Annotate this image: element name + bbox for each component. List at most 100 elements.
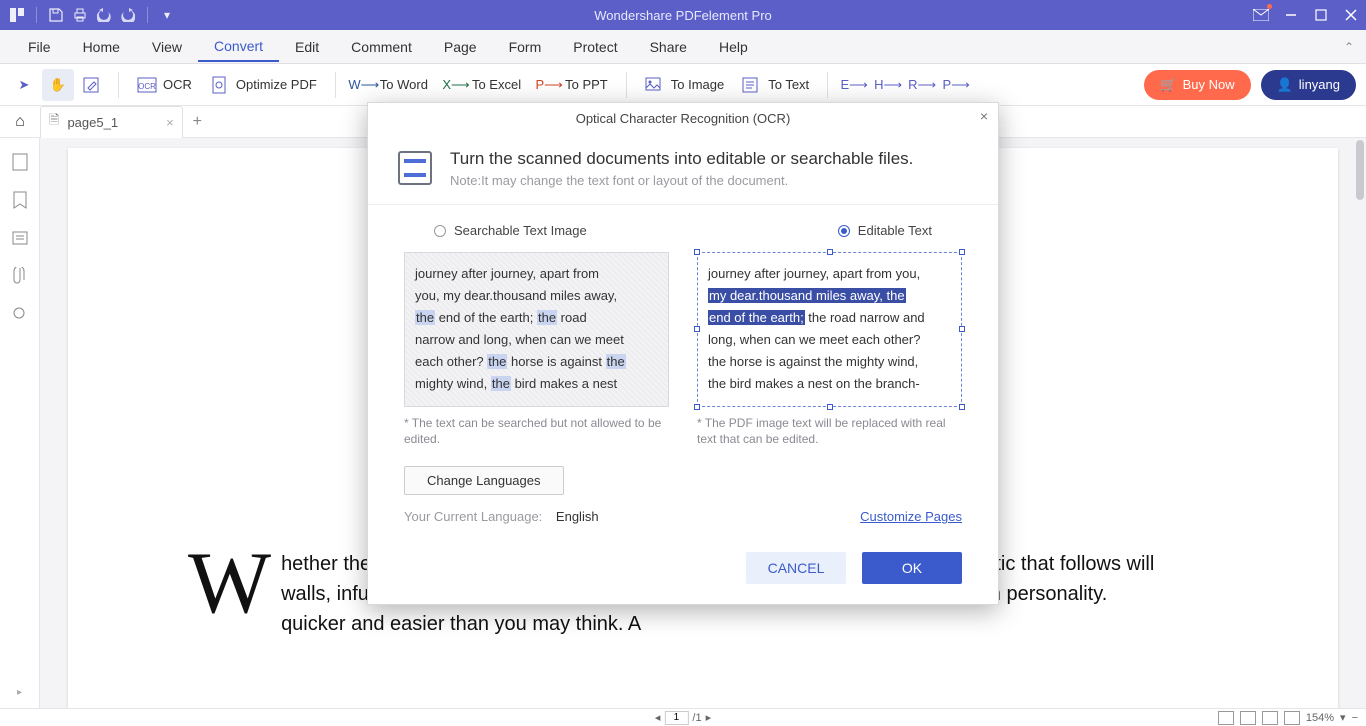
thumbnails-icon[interactable] (10, 152, 30, 172)
to-rtf-button[interactable]: R⟶ (906, 69, 938, 101)
maximize-button[interactable] (1306, 0, 1336, 30)
word-icon: W⟶ (354, 76, 374, 94)
to-word-button[interactable]: W⟶ To Word (346, 69, 436, 101)
page-navigator: ◂ /1 ▸ (655, 711, 711, 725)
left-rail: ▸ (0, 138, 40, 708)
to-pdfa-button[interactable]: P⟶ (940, 69, 972, 101)
pdfa-icon: P⟶ (946, 76, 966, 94)
zoom-out-icon[interactable]: − (1352, 712, 1358, 724)
html-icon: H⟶ (878, 76, 898, 94)
mail-icon[interactable] (1246, 0, 1276, 30)
document-tab-label: page5_1 (67, 115, 118, 130)
close-tab-icon[interactable]: × (166, 115, 174, 130)
edit-tool-button[interactable] (76, 69, 108, 101)
menu-share[interactable]: Share (634, 33, 703, 61)
buy-now-label: Buy Now (1183, 77, 1235, 92)
user-button[interactable]: 👤linyang (1261, 70, 1356, 100)
hand-tool-button[interactable]: ✋ (42, 69, 74, 101)
change-languages-button[interactable]: Change Languages (404, 466, 564, 495)
undo-icon[interactable] (95, 6, 113, 24)
menu-edit[interactable]: Edit (279, 33, 335, 61)
menu-view[interactable]: View (136, 33, 198, 61)
customize-pages-link[interactable]: Customize Pages (860, 509, 962, 524)
page-prev-icon[interactable]: ◂ (655, 711, 661, 724)
ocr-button[interactable]: OCROCR (129, 69, 200, 101)
scrollbar-thumb[interactable] (1356, 140, 1364, 200)
document-tab[interactable]: 🗎 page5_1 × (40, 106, 183, 138)
radio-editable-label: Editable Text (858, 223, 932, 238)
to-html-button[interactable]: H⟶ (872, 69, 904, 101)
zoom-dropdown-icon[interactable]: ▾ (1340, 711, 1346, 724)
to-epub-button[interactable]: E⟶ (838, 69, 870, 101)
to-text-button[interactable]: To Text (734, 69, 817, 101)
radio-editable[interactable]: Editable Text (838, 223, 932, 238)
view-facing-continuous-icon[interactable] (1284, 711, 1300, 725)
minimize-button[interactable] (1276, 0, 1306, 30)
ok-button[interactable]: OK (862, 552, 962, 584)
redo-icon[interactable] (119, 6, 137, 24)
text-icon (742, 76, 762, 94)
close-button[interactable] (1336, 0, 1366, 30)
search-rail-icon[interactable] (10, 304, 30, 324)
bookmarks-icon[interactable] (10, 190, 30, 210)
to-image-button[interactable]: To Image (637, 69, 732, 101)
epub-icon: E⟶ (844, 76, 864, 94)
radio-searchable[interactable]: Searchable Text Image (434, 223, 587, 238)
to-image-label: To Image (671, 77, 724, 92)
to-excel-button[interactable]: X⟶To Excel (438, 69, 529, 101)
buy-now-button[interactable]: 🛒Buy Now (1144, 70, 1250, 100)
optimize-label: Optimize PDF (236, 77, 317, 92)
menu-page[interactable]: Page (428, 33, 493, 61)
dialog-close-icon[interactable]: × (980, 108, 988, 124)
current-language-label: Your Current Language: (404, 509, 542, 524)
to-ppt-button[interactable]: P⟶ To PPT (531, 69, 616, 101)
ocr-intro-icon (398, 151, 432, 185)
menu-form[interactable]: Form (493, 33, 558, 61)
view-single-icon[interactable] (1218, 711, 1234, 725)
radio-searchable-label: Searchable Text Image (454, 223, 587, 238)
add-tab-button[interactable]: + (193, 113, 202, 131)
menu-file[interactable]: File (12, 33, 67, 61)
rtf-icon: R⟶ (912, 76, 932, 94)
menu-bar: File Home View Convert Edit Comment Page… (0, 30, 1366, 64)
radio-icon (434, 225, 446, 237)
menu-home[interactable]: Home (67, 33, 136, 61)
optimize-icon (210, 76, 230, 94)
view-facing-icon[interactable] (1262, 711, 1278, 725)
menu-protect[interactable]: Protect (557, 33, 633, 61)
home-tab-button[interactable]: ⌂ (0, 113, 40, 131)
titlebar: ▾ Wondershare PDFelement Pro (0, 0, 1366, 30)
cursor-icon: ➤ (14, 76, 34, 94)
save-icon[interactable] (47, 6, 65, 24)
collapse-ribbon-icon[interactable]: ⌃ (1344, 40, 1354, 54)
page-total: /1 (692, 712, 701, 724)
view-continuous-icon[interactable] (1240, 711, 1256, 725)
select-tool-button[interactable]: ➤ (8, 69, 40, 101)
to-ppt-label: To PPT (565, 77, 608, 92)
menu-convert[interactable]: Convert (198, 32, 279, 62)
to-text-label: To Text (768, 77, 809, 92)
attachments-icon[interactable] (10, 266, 30, 286)
menu-help[interactable]: Help (703, 33, 764, 61)
page-next-icon[interactable]: ▸ (706, 711, 712, 724)
zoom-value: 154% (1306, 712, 1334, 724)
menu-comment[interactable]: Comment (335, 33, 428, 61)
ribbon-convert: ➤ ✋ OCROCR Optimize PDF W⟶ To Word X⟶To E… (0, 64, 1366, 106)
page-input[interactable] (664, 711, 688, 725)
rail-collapse-icon[interactable]: ▸ (17, 687, 22, 698)
document-icon: 🗎 (49, 111, 59, 133)
ppt-icon: P⟶ (539, 76, 559, 94)
hand-icon: ✋ (48, 76, 68, 94)
quickaccess-dropdown-icon[interactable]: ▾ (158, 6, 176, 24)
dialog-intro-title: Turn the scanned documents into editable… (450, 149, 913, 169)
cancel-button[interactable]: CANCEL (746, 552, 846, 584)
user-icon: 👤 (1277, 77, 1293, 93)
optimize-pdf-button[interactable]: Optimize PDF (202, 69, 325, 101)
svg-text:OCR: OCR (138, 82, 156, 91)
print-icon[interactable] (71, 6, 89, 24)
current-language-value: English (556, 509, 599, 524)
comments-icon[interactable] (10, 228, 30, 248)
ocr-dialog: Optical Character Recognition (OCR) × Tu… (367, 102, 999, 605)
preview-editable[interactable]: journey after journey, apart from you, m… (697, 252, 962, 407)
to-word-label: To Word (380, 77, 428, 92)
